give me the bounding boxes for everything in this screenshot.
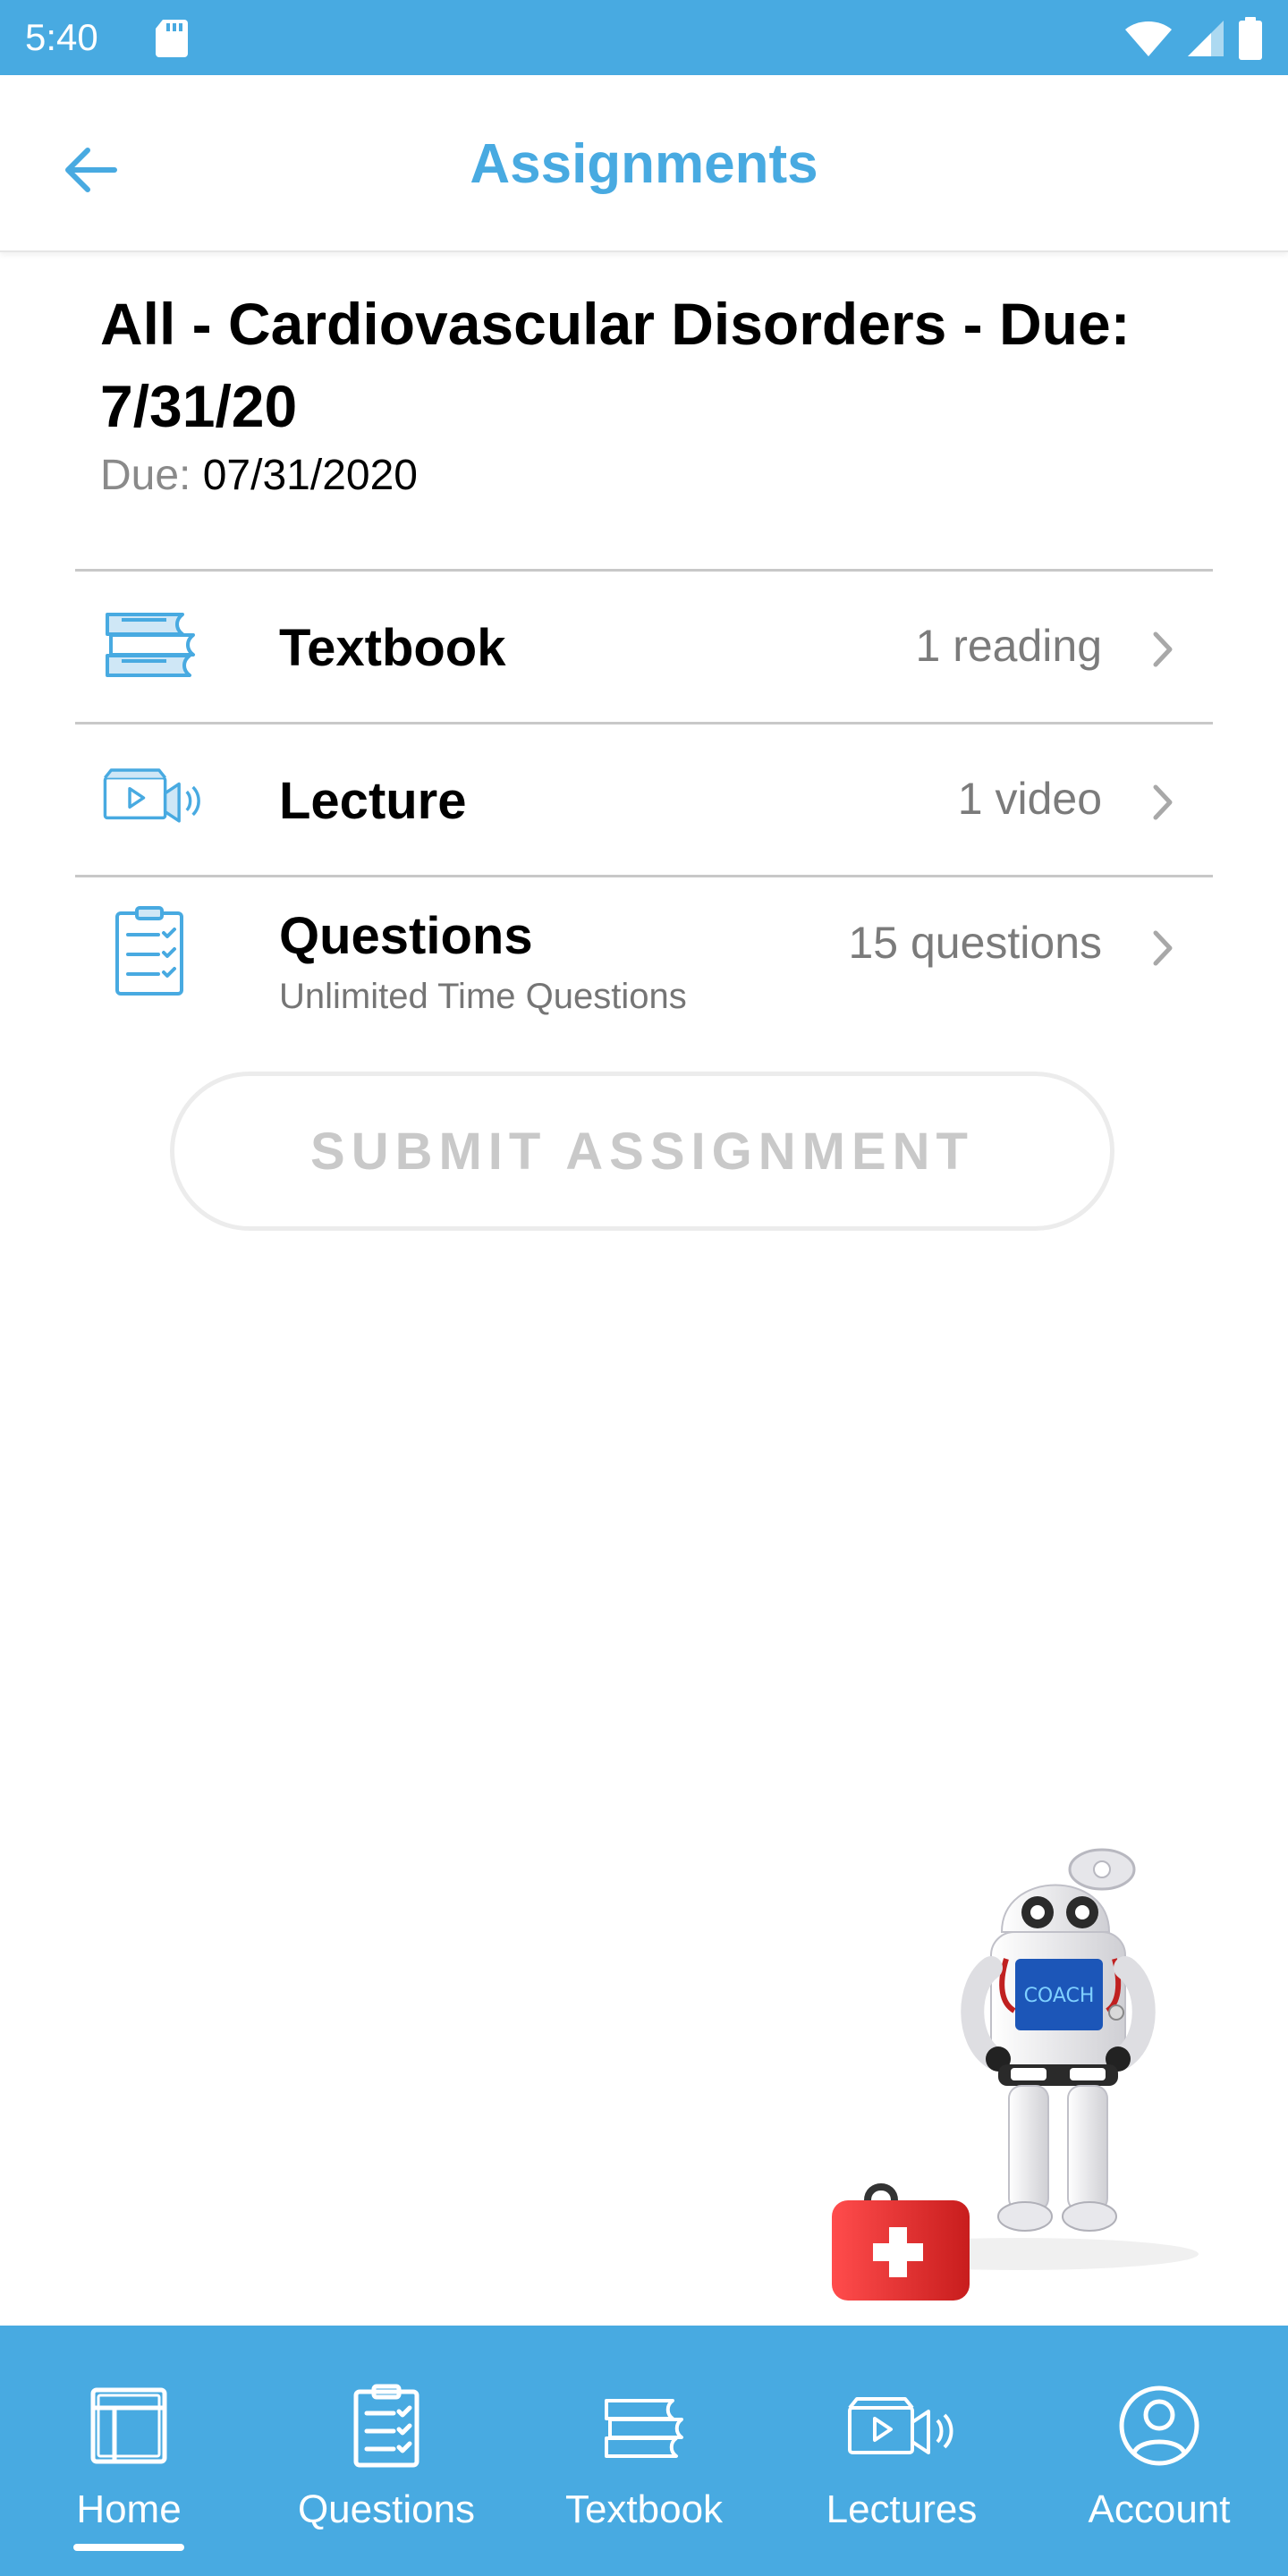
- list-item-label: Questions: [279, 907, 533, 965]
- video-lecture-icon: [102, 755, 202, 841]
- bottom-navigation: Home Questions Textbook Lectures Account: [0, 2326, 1288, 2576]
- signal-icon: [1188, 21, 1224, 56]
- assignment-items-list: Textbook 1 reading Lecture 1 video Quest…: [75, 569, 1213, 1040]
- nav-label: Lectures: [826, 2487, 978, 2531]
- nav-questions[interactable]: Questions: [258, 2326, 515, 2576]
- page-title: Assignments: [470, 133, 818, 195]
- list-item-questions[interactable]: Questions Unlimited Time Questions 15 qu…: [75, 875, 1213, 1040]
- nav-account[interactable]: Account: [1030, 2326, 1288, 2576]
- due-line: Due: 07/31/2020: [100, 447, 418, 504]
- nav-label: Account: [1088, 2487, 1231, 2531]
- list-item-label: Textbook: [279, 619, 506, 677]
- books-icon: [605, 2399, 683, 2458]
- sd-card-icon: [156, 20, 188, 57]
- active-indicator: [73, 2544, 184, 2551]
- list-item-count: 1 video: [957, 774, 1102, 824]
- robot-coach-mascot: COACH: [832, 1848, 1199, 2301]
- status-bar: 5:40: [0, 0, 1288, 75]
- app-bar: Assignments: [0, 75, 1288, 252]
- list-item-textbook[interactable]: Textbook 1 reading: [75, 569, 1213, 722]
- home-icon: [90, 2387, 167, 2464]
- submit-assignment-button[interactable]: SUBMIT ASSIGNMENT: [170, 1072, 1114, 1231]
- checklist-icon: [353, 2384, 419, 2468]
- video-lecture-icon: [848, 2397, 953, 2454]
- list-item-subtitle: Unlimited Time Questions: [279, 977, 687, 1016]
- list-item-count: 15 questions: [848, 918, 1102, 968]
- status-time: 5:40: [25, 16, 98, 58]
- nav-textbook[interactable]: Textbook: [515, 2326, 773, 2576]
- wifi-icon: [1125, 21, 1172, 56]
- nav-lectures[interactable]: Lectures: [773, 2326, 1030, 2576]
- battery-icon: [1239, 17, 1262, 60]
- chevron-right-icon: [1153, 784, 1173, 820]
- nav-label: Home: [76, 2487, 182, 2531]
- nav-label: Textbook: [564, 2487, 724, 2531]
- nav-label: Questions: [297, 2487, 476, 2531]
- due-date: 07/31/2020: [202, 452, 418, 499]
- checklist-icon: [102, 906, 202, 996]
- list-item-label: Lecture: [279, 772, 467, 830]
- chevron-right-icon: [1153, 631, 1173, 667]
- list-item-count: 1 reading: [915, 621, 1103, 671]
- nav-home[interactable]: Home: [0, 2326, 258, 2576]
- due-label: Due:: [100, 452, 191, 499]
- list-item-lecture[interactable]: Lecture 1 video: [75, 722, 1213, 875]
- mascot-screen-text: COACH: [1024, 1985, 1095, 2007]
- assignment-title: All - Cardiovascular Disorders - Due: 7/…: [100, 291, 1131, 439]
- account-icon: [1119, 2385, 1199, 2466]
- books-icon: [102, 602, 202, 688]
- chevron-right-icon: [1153, 930, 1173, 966]
- status-icons: [1123, 16, 1263, 61]
